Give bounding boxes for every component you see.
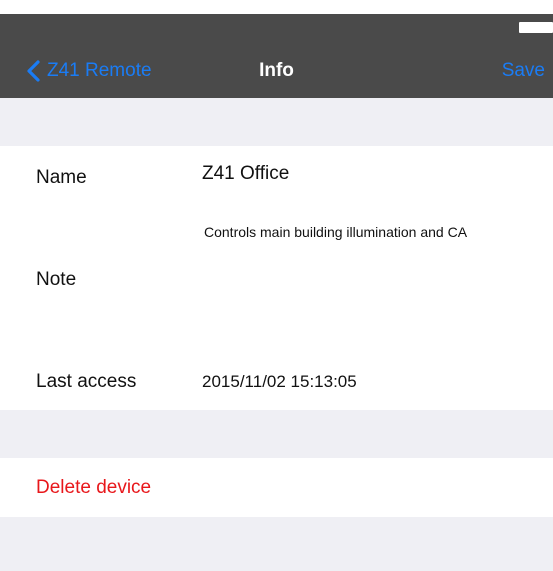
note-label: Note [36, 269, 77, 290]
battery-icon [519, 22, 553, 33]
page-title: Info [259, 60, 294, 81]
section-spacer-middle [0, 410, 553, 458]
last-access-label: Last access [36, 371, 137, 392]
navigation-bar: Z41 Remote Info Save [0, 14, 553, 98]
section-spacer-bottom [0, 517, 553, 571]
section-spacer-top [0, 98, 553, 146]
last-access-value: 2015/11/02 15:13:05 [202, 372, 357, 391]
delete-device-button[interactable]: Delete device [36, 476, 151, 500]
status-bar [0, 0, 553, 14]
name-label: Name [36, 167, 87, 188]
save-button[interactable]: Save [502, 57, 545, 85]
note-field[interactable]: Controls main building illumination and … [204, 225, 474, 240]
name-field[interactable]: Z41 Office [202, 162, 289, 186]
